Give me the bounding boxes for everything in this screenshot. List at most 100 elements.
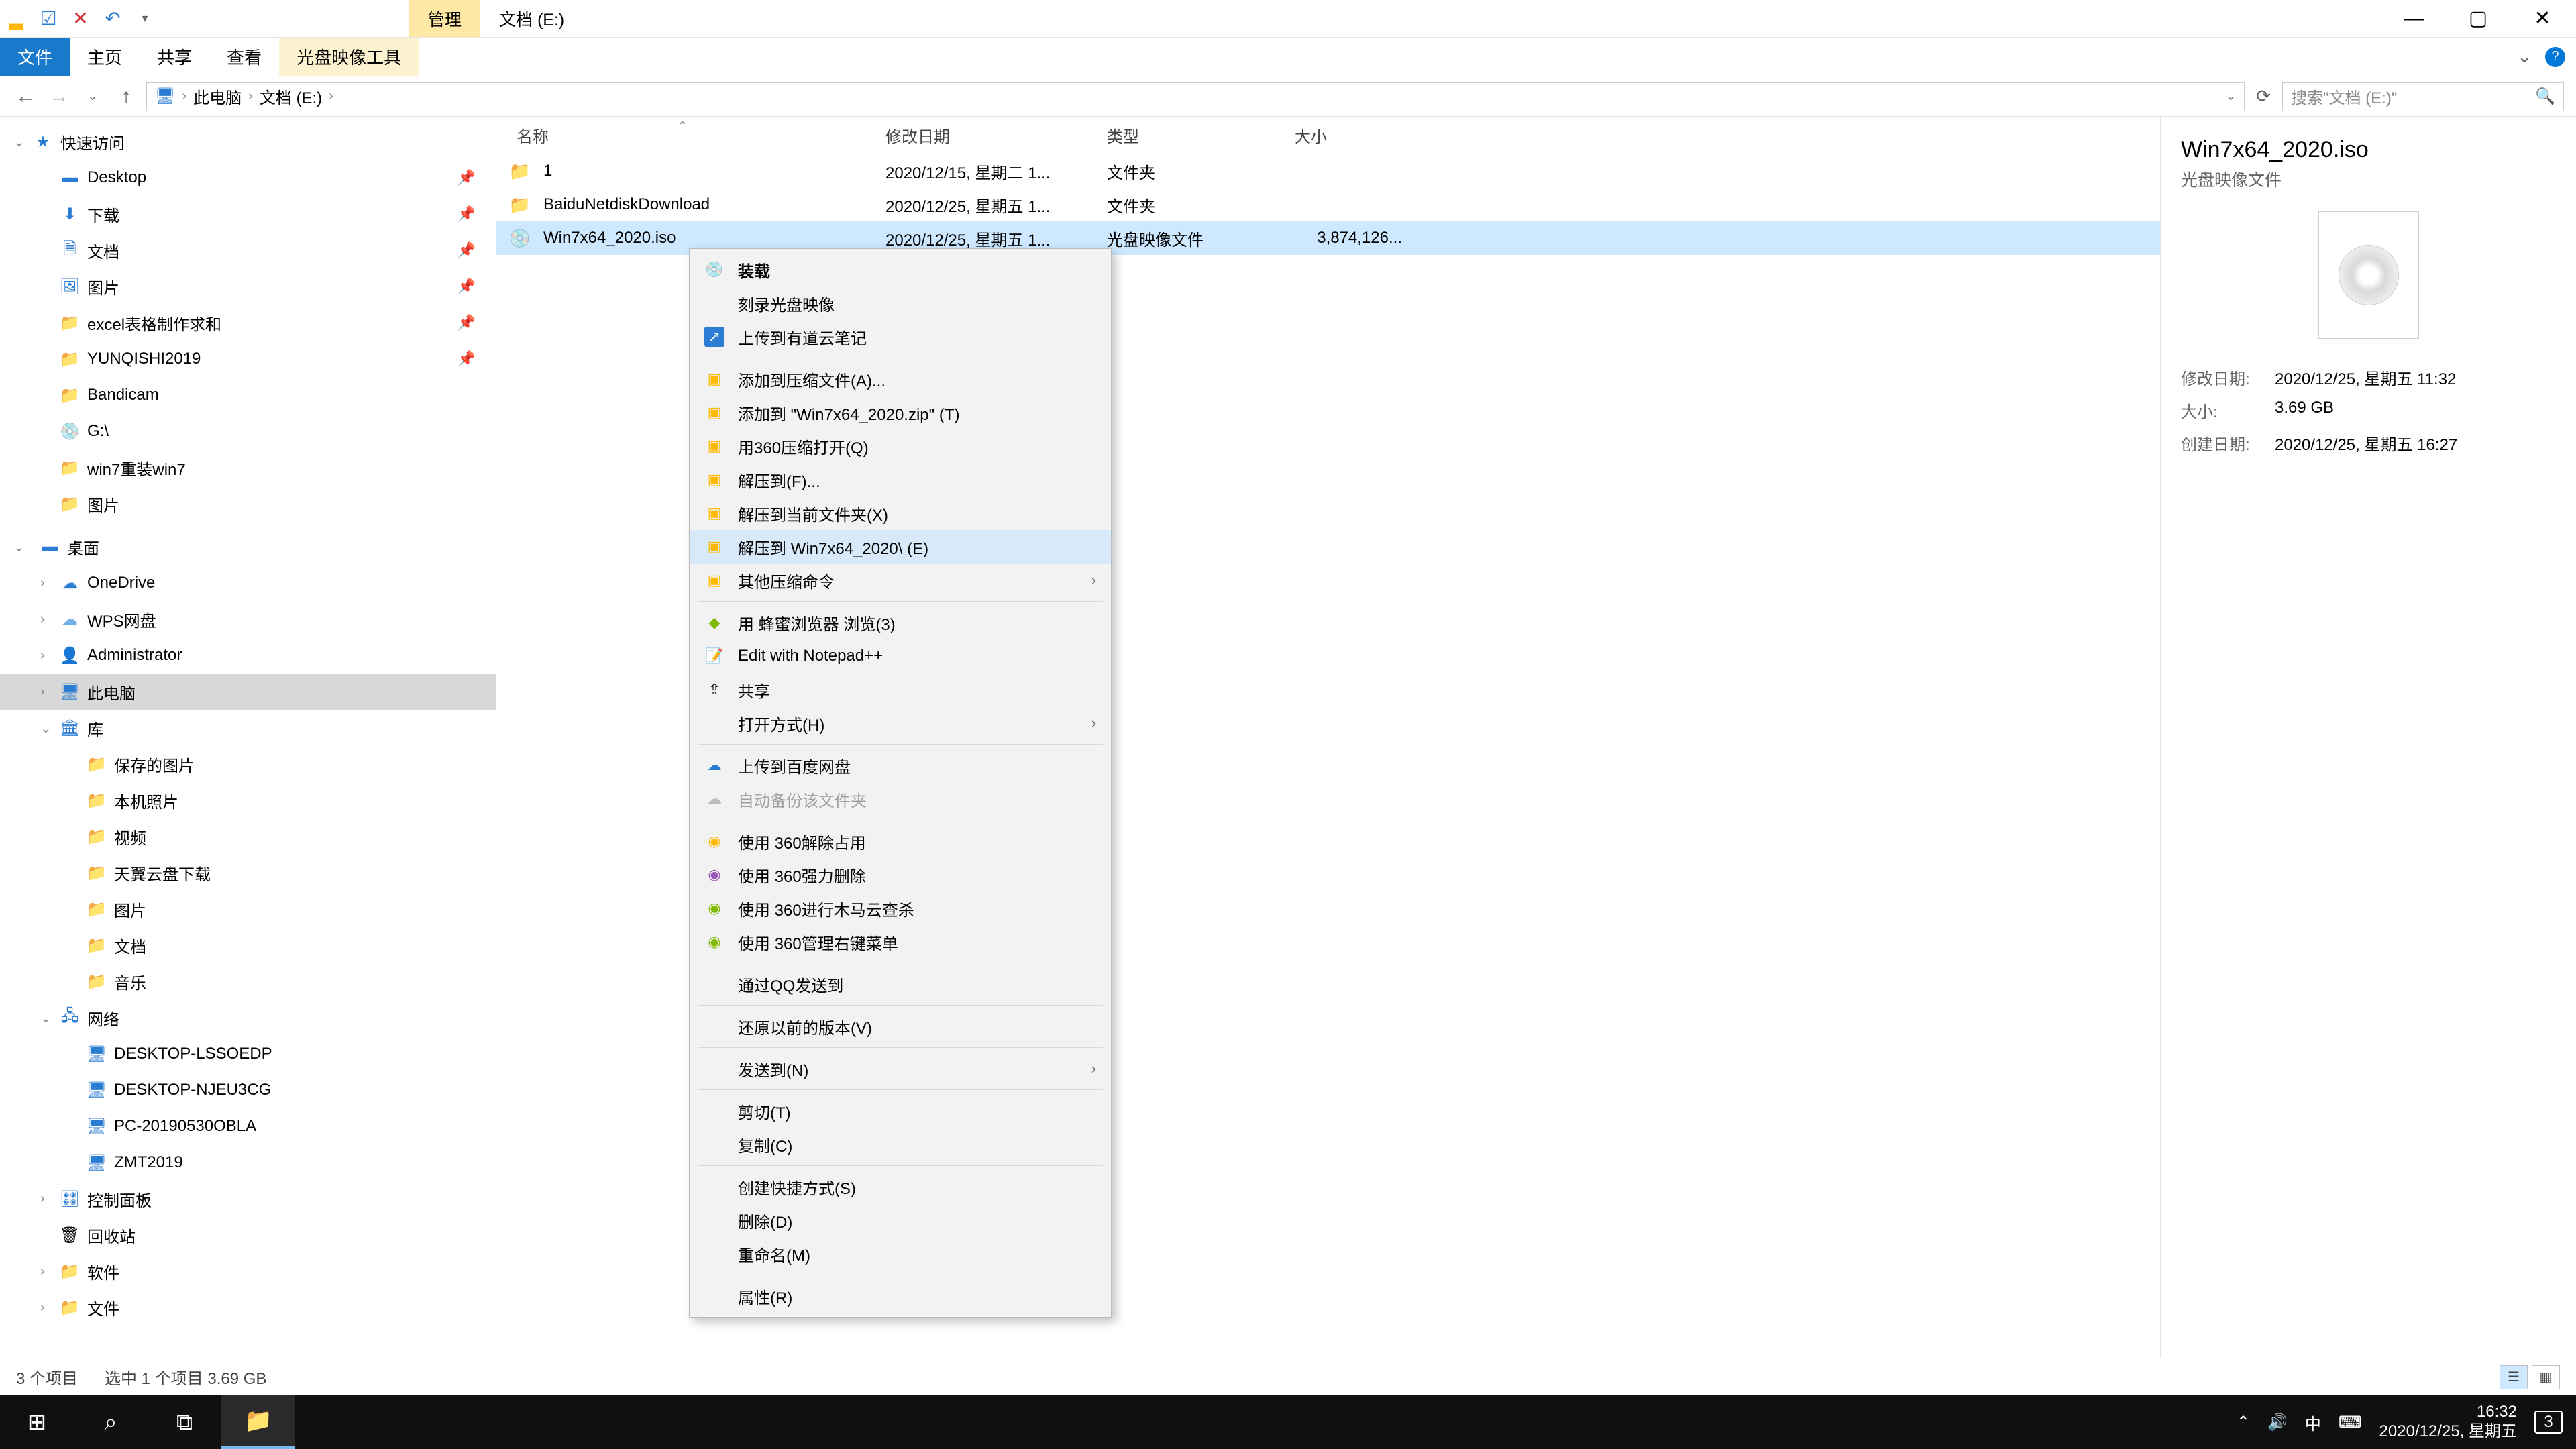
chevron-down-icon[interactable]: ⌄	[40, 1010, 52, 1026]
cm-properties[interactable]: 属性(R)	[690, 1279, 1111, 1313]
chevron-down-icon[interactable]: ⌄	[13, 133, 25, 150]
nav-forward-button[interactable]: →	[46, 83, 72, 110]
cm-youdao[interactable]: ↗上传到有道云笔记	[690, 320, 1111, 354]
explorer-taskbar-button[interactable]: 📁	[221, 1395, 295, 1449]
volume-icon[interactable]: 🔊	[2267, 1413, 2288, 1432]
ribbon-expand-icon[interactable]: ⌄	[2517, 46, 2532, 67]
chevron-right-icon[interactable]: ›	[40, 684, 45, 700]
search-icon[interactable]: 🔍	[2535, 87, 2555, 106]
refresh-button[interactable]: ⟳	[2251, 85, 2275, 109]
task-view-button[interactable]: ⧉	[148, 1395, 221, 1449]
cm-open-with[interactable]: 打开方式(H)›	[690, 706, 1111, 740]
undo-icon[interactable]: ↶	[102, 8, 123, 30]
ribbon-tab-share[interactable]: 共享	[140, 38, 209, 76]
cm-shortcut[interactable]: 创建快捷方式(S)	[690, 1170, 1111, 1203]
tree-win7redo[interactable]: 📁win7重装win7	[0, 449, 496, 486]
properties-icon[interactable]: ☑	[38, 8, 59, 30]
tree-files[interactable]: ›📁文件	[0, 1289, 496, 1326]
search-button[interactable]: ⌕	[74, 1395, 148, 1449]
address-dropdown-icon[interactable]: ⌄	[2226, 89, 2236, 103]
cm-360-trojan-scan[interactable]: ◉使用 360进行木马云查杀	[690, 892, 1111, 925]
tree-recycle-bin[interactable]: 🗑回收站	[0, 1217, 496, 1253]
cm-copy[interactable]: 复制(C)	[690, 1128, 1111, 1161]
cm-notepad[interactable]: 📝Edit with Notepad++	[690, 639, 1111, 673]
tree-docs2[interactable]: 📁文档	[0, 927, 496, 963]
tree-pc4[interactable]: 🖥ZMT2019	[0, 1144, 496, 1181]
tree-this-pc[interactable]: ›🖥此电脑	[0, 674, 496, 710]
tree-documents[interactable]: 🗎文档📌	[0, 232, 496, 268]
cm-restore-prev[interactable]: 还原以前的版本(V)	[690, 1010, 1111, 1043]
breadcrumb-current[interactable]: 文档 (E:)	[260, 85, 322, 108]
chevron-right-icon[interactable]: ›	[329, 89, 333, 104]
file-row[interactable]: 📁 1 2020/12/15, 星期二 1... 文件夹	[496, 154, 2160, 188]
tree-wps[interactable]: ›☁WPS网盘	[0, 601, 496, 637]
cm-cut[interactable]: 剪切(T)	[690, 1094, 1111, 1128]
nav-history-dropdown[interactable]: ⌄	[79, 83, 106, 110]
cm-extract-named[interactable]: ▣解压到 Win7x64_2020\ (E)	[690, 530, 1111, 564]
delete-icon[interactable]: ✕	[70, 8, 91, 30]
cm-burn[interactable]: 刻录光盘映像	[690, 286, 1111, 320]
help-icon[interactable]: ?	[2545, 47, 2565, 67]
keyboard-icon[interactable]: ⌨	[2339, 1413, 2362, 1432]
cm-extract-to[interactable]: ▣解压到(F)...	[690, 463, 1111, 496]
tree-tianyi[interactable]: 📁天翼云盘下载	[0, 855, 496, 891]
file-row[interactable]: 📁 BaiduNetdiskDownload 2020/12/25, 星期五 1…	[496, 188, 2160, 221]
tree-admin[interactable]: ›👤Administrator	[0, 637, 496, 674]
cm-share[interactable]: ⇪共享	[690, 673, 1111, 706]
cm-extract-here[interactable]: ▣解压到当前文件夹(X)	[690, 496, 1111, 530]
tree-music[interactable]: 📁音乐	[0, 963, 496, 1000]
tree-saved-pics[interactable]: 📁保存的图片	[0, 746, 496, 782]
close-button[interactable]: ✕	[2522, 5, 2563, 32]
notification-button[interactable]: 3	[2534, 1411, 2563, 1434]
tree-pictures2[interactable]: 📁图片	[0, 486, 496, 522]
tree-network[interactable]: ⌄🖧网络	[0, 1000, 496, 1036]
chevron-right-icon[interactable]: ›	[40, 1264, 45, 1279]
ime-indicator[interactable]: 中	[2305, 1411, 2321, 1434]
cm-open-360zip[interactable]: ▣用360压缩打开(Q)	[690, 429, 1111, 463]
search-input[interactable]: 搜索"文档 (E:)" 🔍	[2282, 82, 2564, 111]
start-button[interactable]: ⊞	[0, 1395, 74, 1449]
ribbon-tab-view[interactable]: 查看	[209, 38, 279, 76]
tree-quick-access[interactable]: ⌄★快速访问	[0, 123, 496, 160]
chevron-down-icon[interactable]: ⌄	[40, 720, 52, 737]
tree-pictures[interactable]: 🖼图片📌	[0, 268, 496, 305]
cm-360-force-delete[interactable]: ◉使用 360强力删除	[690, 858, 1111, 892]
ribbon-tab-home[interactable]: 主页	[70, 38, 140, 76]
cm-360-menu[interactable]: ◉使用 360管理右键菜单	[690, 925, 1111, 959]
view-details-button[interactable]: ☰	[2500, 1365, 2528, 1389]
cm-baidu-upload[interactable]: ☁上传到百度网盘	[690, 749, 1111, 782]
minimize-button[interactable]: —	[2394, 5, 2434, 32]
chevron-right-icon[interactable]: ›	[40, 1191, 45, 1207]
tree-pc1[interactable]: 🖥DESKTOP-LSSOEDP	[0, 1036, 496, 1072]
ribbon-tab-disc-tools[interactable]: 光盘映像工具	[279, 38, 419, 76]
address-bar[interactable]: 🖥 › 此电脑 › 文档 (E:) › ⌄	[146, 82, 2245, 111]
tree-yunqishi[interactable]: 📁YUNQISHI2019📌	[0, 341, 496, 377]
ribbon-tab-file[interactable]: 文件	[0, 38, 70, 76]
tree-gdrive[interactable]: 💿G:\	[0, 413, 496, 449]
tree-pc2[interactable]: 🖥DESKTOP-NJEU3CG	[0, 1072, 496, 1108]
tree-pc3[interactable]: 🖥PC-20190530OBLA	[0, 1108, 496, 1144]
chevron-right-icon[interactable]: ›	[40, 576, 45, 591]
tree-pictures3[interactable]: 📁图片	[0, 891, 496, 927]
tree-onedrive[interactable]: ›☁OneDrive	[0, 565, 496, 601]
view-icons-button[interactable]: ▦	[2532, 1365, 2560, 1389]
breadcrumb-this-pc[interactable]: 此电脑	[193, 85, 241, 108]
tree-desktop[interactable]: ▬Desktop📌	[0, 160, 496, 196]
nav-back-button[interactable]: ←	[12, 83, 39, 110]
cm-360-unlock[interactable]: ◉使用 360解除占用	[690, 824, 1111, 858]
tree-bandicam[interactable]: 📁Bandicam	[0, 377, 496, 413]
column-name[interactable]: 名称⌃	[496, 123, 885, 147]
tray-up-icon[interactable]: ⌃	[2237, 1413, 2250, 1432]
context-tab-label[interactable]: 管理	[409, 0, 480, 37]
tree-downloads[interactable]: ⬇下载📌	[0, 196, 496, 232]
column-date[interactable]: 修改日期	[885, 123, 1107, 147]
cm-delete[interactable]: 删除(D)	[690, 1203, 1111, 1237]
tree-excel[interactable]: 📁excel表格制作求和📌	[0, 305, 496, 341]
cm-add-archive[interactable]: ▣添加到压缩文件(A)...	[690, 362, 1111, 396]
chevron-right-icon[interactable]: ›	[40, 1300, 45, 1316]
column-size[interactable]: 大小	[1295, 123, 1429, 147]
chevron-right-icon[interactable]: ›	[182, 89, 186, 104]
cm-mount[interactable]: 💿装载	[690, 253, 1111, 286]
nav-up-button[interactable]: ↑	[113, 83, 140, 110]
cm-bee-browser[interactable]: ◆用 蜂蜜浏览器 浏览(3)	[690, 606, 1111, 639]
